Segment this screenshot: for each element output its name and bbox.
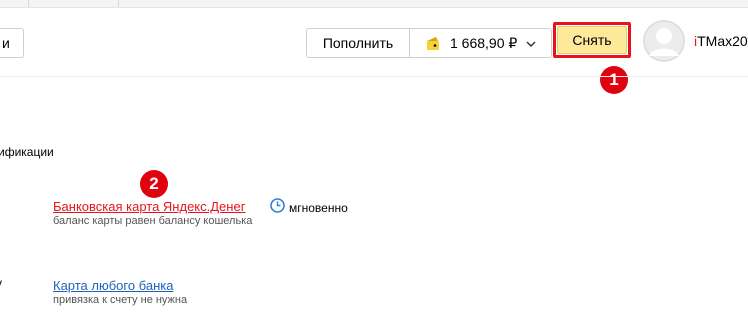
any-bank-card-link[interactable]: Карта любого банка bbox=[53, 278, 173, 293]
clock-icon bbox=[270, 198, 285, 213]
top-strip bbox=[0, 0, 748, 8]
withdraw-button[interactable]: Снять bbox=[557, 26, 627, 54]
wallet-balance-dropdown[interactable]: 1 668,90 ₽ bbox=[409, 28, 552, 58]
yandex-money-card-link[interactable]: Банковская карта Яндекс.Денег bbox=[53, 199, 245, 214]
any-bank-card-note: привязка к счету не нужна bbox=[53, 294, 188, 306]
strip-divider bbox=[28, 0, 29, 7]
row-marker: у bbox=[0, 276, 2, 290]
wallet-icon bbox=[425, 35, 441, 51]
transfer-speed: мгновенно bbox=[289, 201, 348, 215]
header-divider bbox=[0, 76, 748, 77]
strip-divider bbox=[118, 0, 119, 7]
chevron-down-icon bbox=[525, 37, 537, 49]
replenish-button[interactable]: Пополнить bbox=[306, 28, 410, 58]
avatar[interactable] bbox=[643, 20, 685, 62]
yandex-money-card-note: баланс карты равен балансу кошелька bbox=[53, 215, 253, 227]
username[interactable]: iTMax20 bbox=[694, 33, 748, 49]
left-cut-button-label: и bbox=[2, 35, 10, 51]
wallet-balance: 1 668,90 ₽ bbox=[450, 34, 518, 51]
replenish-button-label: Пополнить bbox=[322, 35, 394, 51]
section-label: ификации bbox=[0, 145, 54, 159]
username-rest: TMax20 bbox=[697, 33, 748, 49]
withdraw-button-label: Снять bbox=[572, 32, 612, 48]
annotation-badge-2: 2 bbox=[140, 170, 168, 198]
annotation-badge-1: 1 bbox=[600, 66, 628, 94]
left-cut-button[interactable]: и bbox=[0, 28, 24, 58]
